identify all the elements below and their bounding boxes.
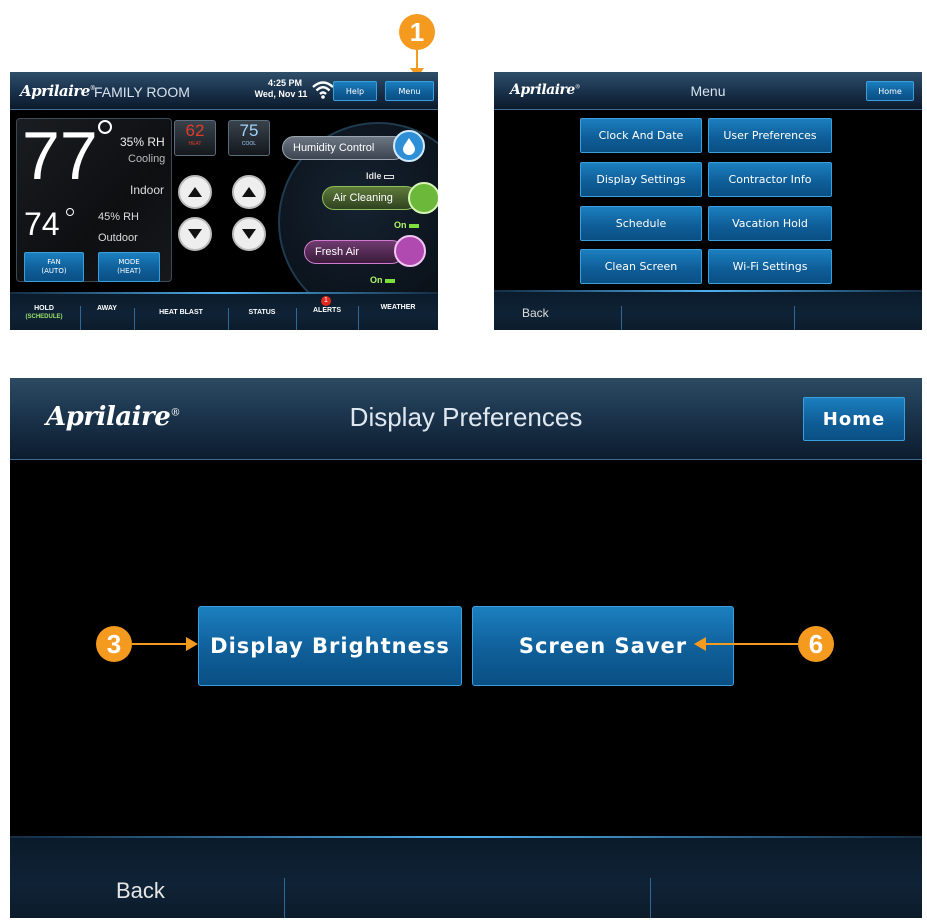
fan-label: FAN [47, 258, 61, 266]
outdoor-humidity: 45% RH [98, 211, 139, 223]
triangle-down-icon [242, 229, 256, 239]
water-drop-icon [393, 130, 425, 162]
humidity-control-button[interactable]: Humidity Control [282, 136, 406, 160]
wifi-icon [312, 81, 334, 99]
menu-item-user-preferences[interactable]: User Preferences [708, 118, 832, 153]
outdoor-temperature: 74 [24, 206, 60, 242]
header-bar: Aprilaire® FAMILY ROOM 4:25 PM Wed, Nov … [10, 72, 438, 110]
hold-tab[interactable]: HOLD (SCHEDULE) [10, 304, 78, 322]
callout-badge-1: 1 [399, 14, 435, 50]
mode-button[interactable]: MODE (HEAT) [98, 252, 160, 282]
triangle-up-icon [188, 187, 202, 197]
air-filter-icon [408, 182, 438, 214]
mode-value: (HEAT) [117, 267, 141, 275]
humidity-control-label: Humidity Control [293, 142, 375, 154]
menu-item-vacation-hold[interactable]: Vacation Hold [708, 206, 832, 241]
away-tab[interactable]: AWAY [80, 305, 134, 312]
home-button[interactable]: Home [866, 81, 914, 101]
menu-item-wifi-settings[interactable]: Wi-Fi Settings [708, 249, 832, 284]
heat-setpoint-label: HEAT [188, 141, 202, 147]
footer-bar: HOLD (SCHEDULE) AWAY HEAT BLAST STATUS 1… [10, 292, 438, 330]
menu-button[interactable]: Menu [385, 81, 434, 101]
heat-down-button[interactable] [178, 217, 212, 251]
help-button[interactable]: Help [333, 81, 377, 101]
triangle-down-icon [188, 229, 202, 239]
fan-button[interactable]: FAN (AUTO) [24, 252, 84, 282]
indoor-temperature: 77 [22, 118, 98, 194]
back-button[interactable]: Back [116, 878, 216, 904]
callout-arrow-3 [132, 643, 190, 645]
heat-up-button[interactable] [178, 175, 212, 209]
menu-item-display-settings[interactable]: Display Settings [580, 162, 702, 197]
heat-blast-tab[interactable]: HEAT BLAST [134, 309, 228, 316]
system-status: Cooling [128, 153, 166, 165]
indoor-humidity: 35% RH [120, 135, 165, 149]
fresh-air-icon [394, 235, 426, 267]
air-cleaning-button[interactable]: Air Cleaning [322, 186, 418, 210]
indoor-degree-symbol [98, 120, 112, 134]
cool-setpoint-value: 75 [239, 121, 259, 140]
footer-bar: Back [10, 836, 922, 918]
alerts-tab[interactable]: ALERTS [296, 307, 358, 314]
callout-arrow-6 [704, 643, 798, 645]
fresh-air-state: On [370, 275, 396, 285]
heat-setpoint[interactable]: 62 HEAT [174, 120, 216, 156]
cool-up-button[interactable] [232, 175, 266, 209]
menu-item-schedule[interactable]: Schedule [580, 206, 702, 241]
thermostat-home-screen: Aprilaire® FAMILY ROOM 4:25 PM Wed, Nov … [10, 72, 438, 330]
header-bar: Aprilaire® Display Preferences Home [10, 378, 922, 460]
menu-item-contractor-info[interactable]: Contractor Info [708, 162, 832, 197]
status-tab[interactable]: STATUS [228, 309, 296, 316]
outdoor-label: Outdoor [98, 232, 138, 244]
alerts-count-badge: 1 [321, 296, 331, 306]
humidity-state: Idle [366, 171, 395, 181]
back-button[interactable]: Back [522, 306, 582, 320]
arrowhead-right-icon [186, 637, 198, 651]
arrowhead-left-icon [694, 637, 706, 651]
clock-time: 4:25 PM [267, 78, 302, 88]
page-title: Display Preferences [349, 402, 583, 432]
menu-screen: Aprilaire® Menu Home Clock And Date User… [494, 72, 922, 330]
triangle-up-icon [242, 187, 256, 197]
aprilaire-logo: Aprilaire® [20, 82, 96, 100]
air-cleaning-state: On [394, 220, 420, 230]
display-preferences-screen: Aprilaire® Display Preferences Home Disp… [10, 378, 922, 918]
air-cleaning-label: Air Cleaning [333, 192, 393, 204]
weather-tab[interactable]: WEATHER [358, 304, 438, 311]
footer-bar: Back [494, 290, 922, 330]
mode-label: MODE [118, 258, 140, 266]
fan-value: (AUTO) [41, 267, 67, 275]
room-title: FAMILY ROOM [94, 84, 190, 100]
callout-badge-3: 3 [96, 626, 132, 662]
display-brightness-button[interactable]: Display Brightness [198, 606, 462, 686]
header-bar: Aprilaire® Menu Home [494, 72, 922, 110]
cool-down-button[interactable] [232, 217, 266, 251]
menu-item-clean-screen[interactable]: Clean Screen [580, 249, 702, 284]
hold-label: HOLD [34, 305, 54, 312]
indoor-label: Indoor [130, 183, 165, 197]
cool-setpoint-label: COOL [241, 141, 257, 147]
outdoor-degree-symbol [66, 208, 74, 216]
fresh-air-label: Fresh Air [315, 246, 360, 258]
home-button[interactable]: Home [803, 397, 905, 441]
callout-badge-6: 6 [798, 626, 834, 662]
hold-sub-label: (SCHEDULE) [25, 314, 63, 320]
fresh-air-button[interactable]: Fresh Air [304, 240, 404, 264]
page-title: Menu [690, 83, 726, 99]
heat-setpoint-value: 62 [185, 121, 205, 140]
cool-setpoint[interactable]: 75 COOL [228, 120, 270, 156]
menu-item-clock-and-date[interactable]: Clock And Date [580, 118, 702, 153]
clock-date: Wed, Nov 11 [254, 89, 308, 99]
